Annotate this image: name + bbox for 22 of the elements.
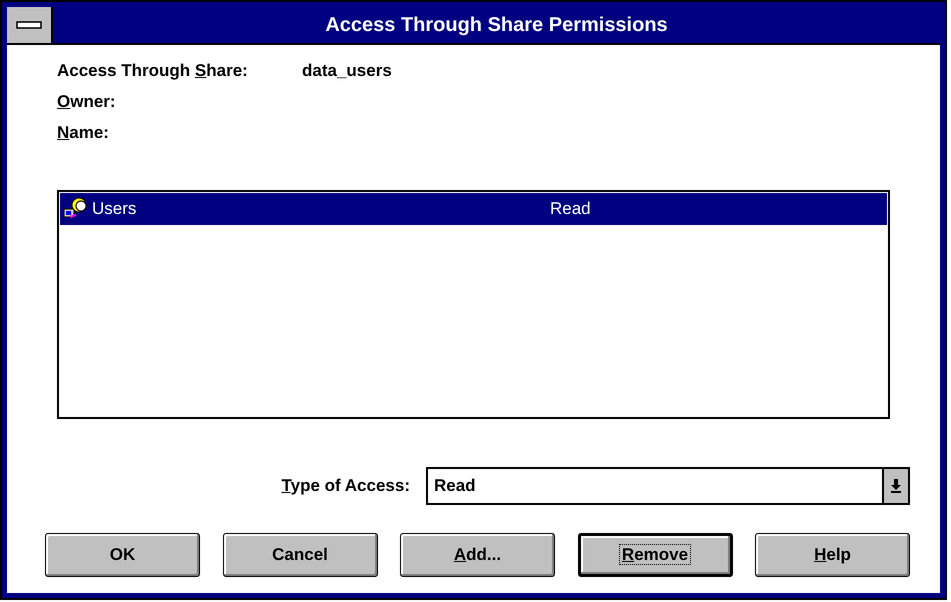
dropdown-arrow-button[interactable] bbox=[882, 469, 908, 503]
permission-row[interactable]: Users Read bbox=[60, 193, 887, 225]
dialog-button[interactable]: OK bbox=[45, 533, 200, 577]
type-of-access-dropdown[interactable]: Read bbox=[426, 467, 910, 505]
field-value: data_users bbox=[302, 60, 392, 82]
field-label: Owner: bbox=[57, 90, 117, 113]
user-name: Users bbox=[92, 198, 138, 220]
field-label: Name: bbox=[57, 122, 110, 144]
down-arrow-icon bbox=[890, 478, 902, 494]
system-menu-icon bbox=[16, 21, 42, 29]
access-level: Read bbox=[550, 198, 591, 220]
field-label: Access Through Share: bbox=[57, 60, 249, 82]
system-menu-button[interactable] bbox=[7, 7, 53, 43]
type-of-access-label: Type of Access: bbox=[282, 475, 410, 498]
dialog-button[interactable]: Add... bbox=[400, 533, 555, 577]
dialog-button[interactable]: Cancel bbox=[222, 533, 378, 577]
window-title: Access Through Share Permissions bbox=[325, 13, 668, 38]
dialog-button[interactable]: Help bbox=[755, 533, 910, 577]
dialog-button[interactable]: Remove bbox=[578, 533, 732, 577]
group-icon bbox=[62, 197, 88, 221]
dropdown-value: Read bbox=[433, 475, 477, 498]
permissions-list[interactable]: Users Read bbox=[57, 190, 890, 419]
